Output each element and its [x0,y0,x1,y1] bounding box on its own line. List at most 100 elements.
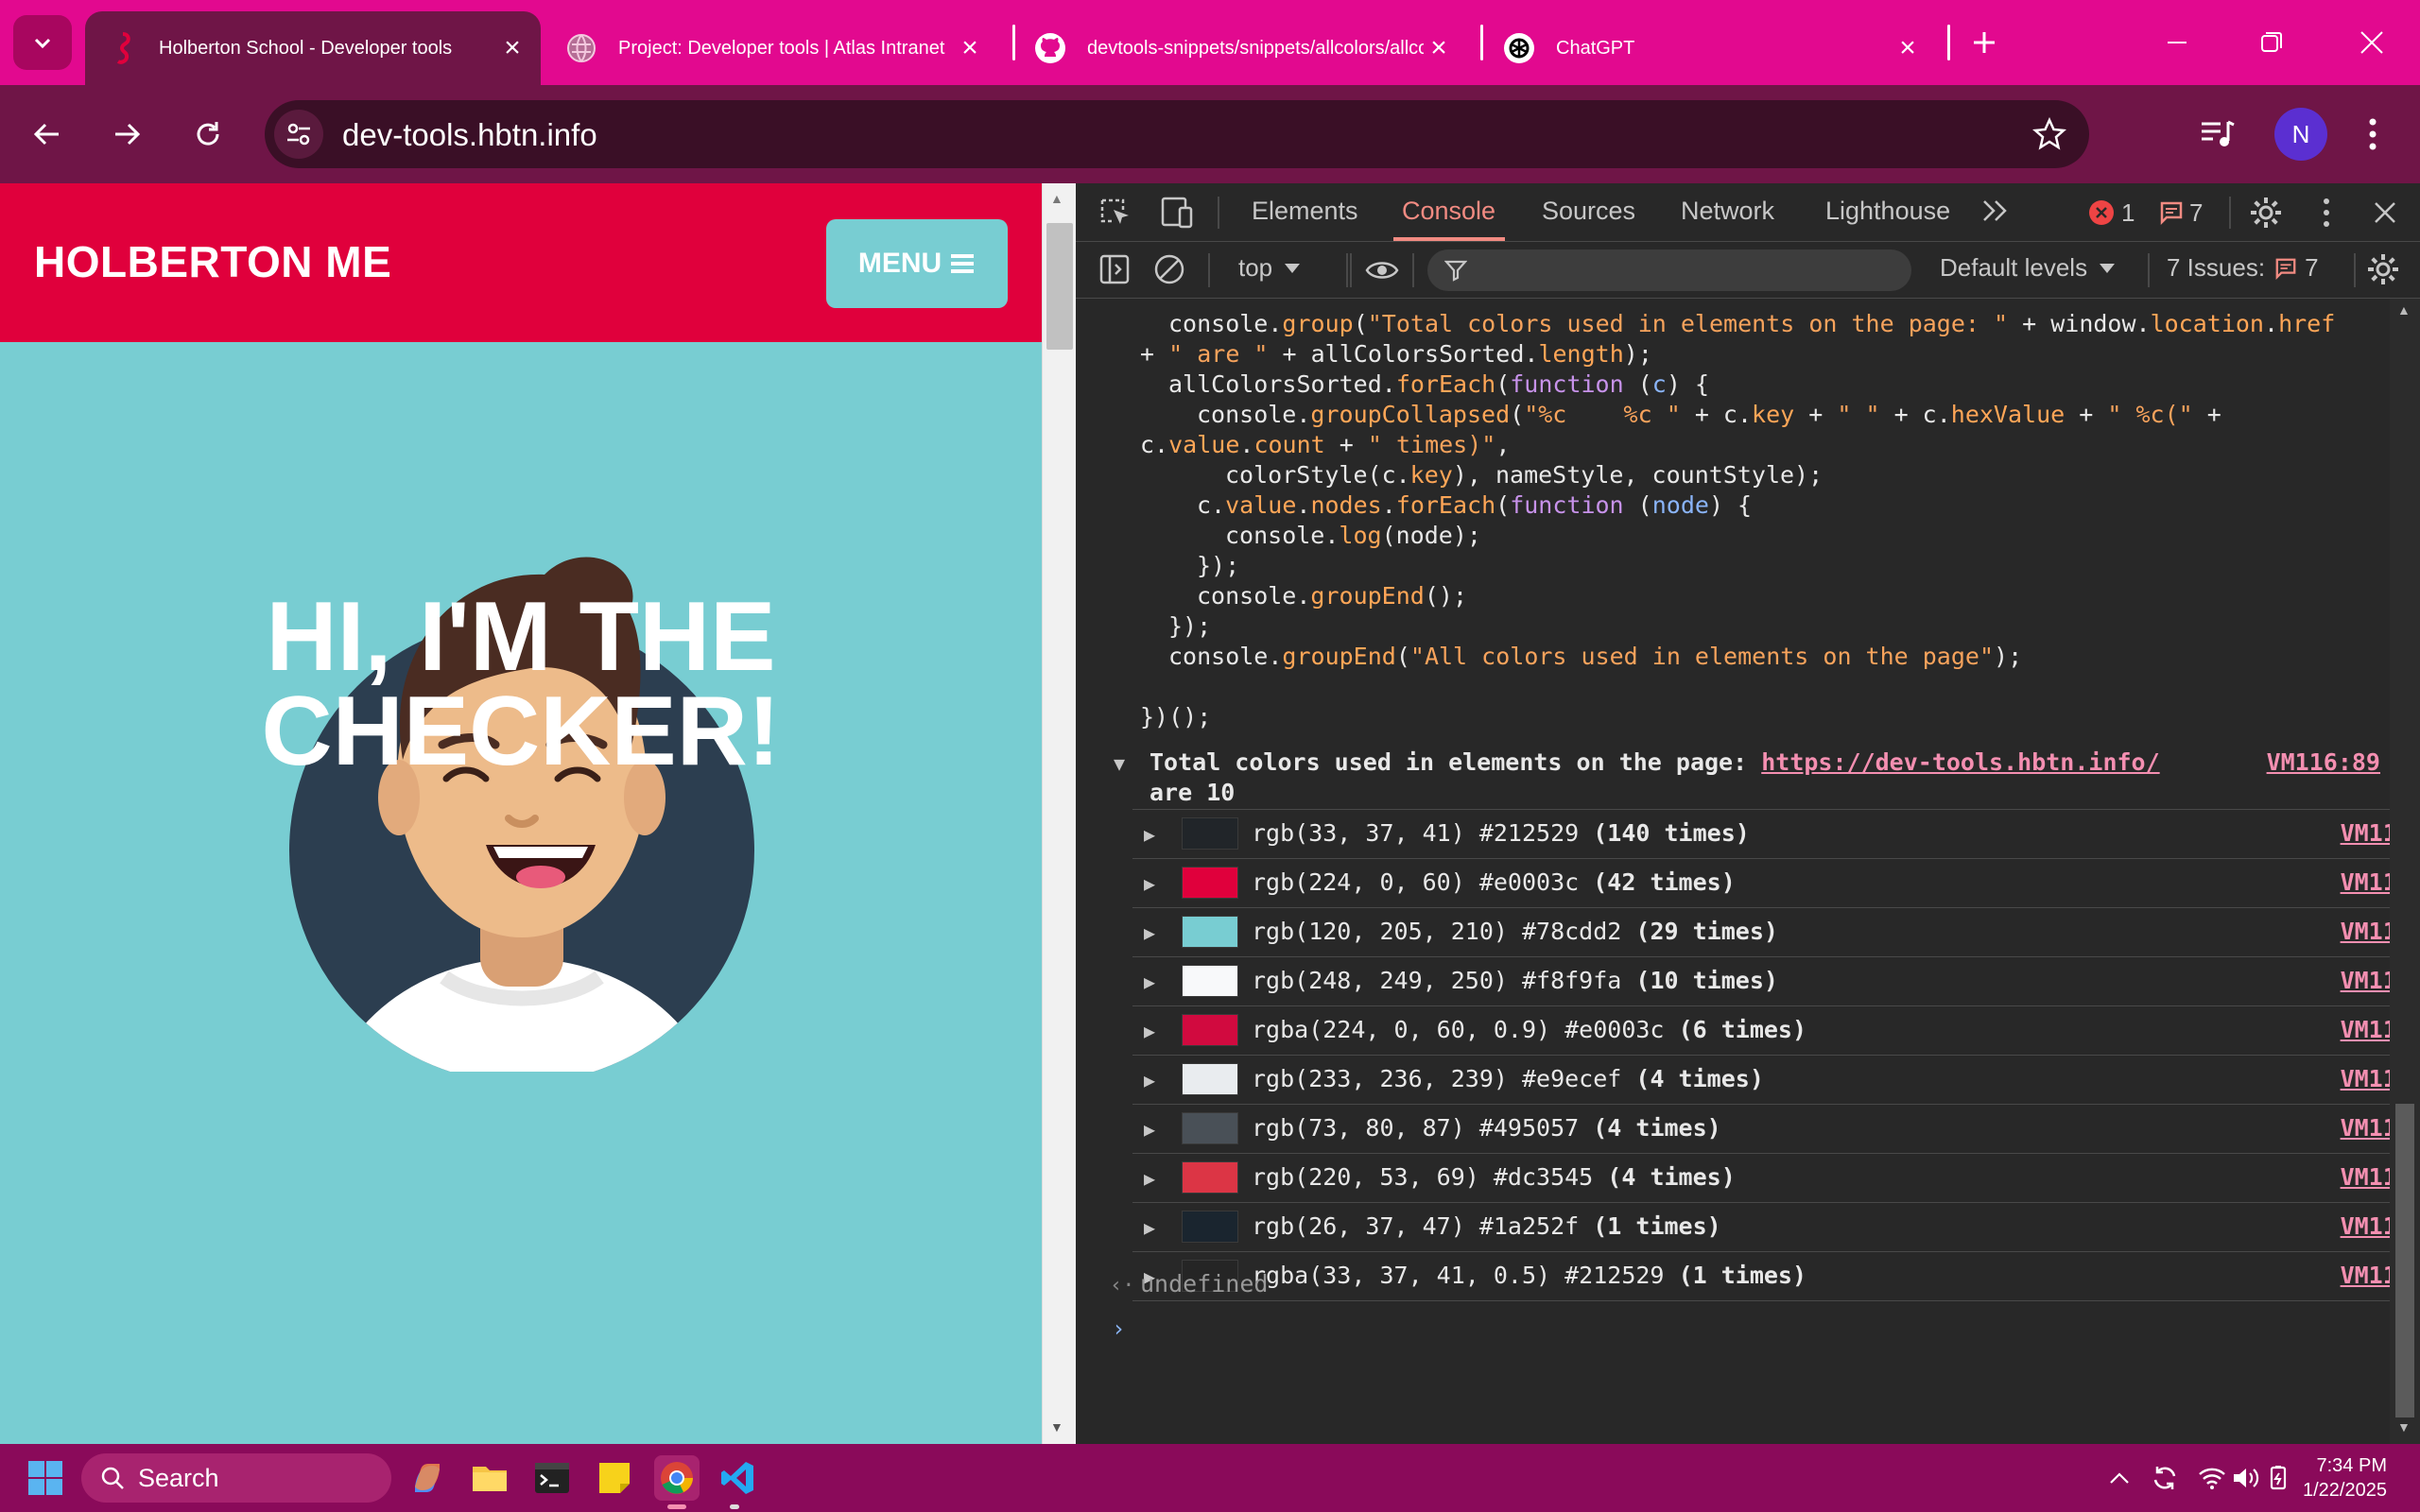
expand-arrow-icon[interactable]: ▶ [1144,1118,1155,1141]
tab-strip: Holberton School - Developer tools × Pro… [0,0,2420,85]
scroll-up-arrow[interactable]: ▲ [2397,302,2411,318]
inspect-element-icon[interactable] [1098,197,1132,233]
tab-sources[interactable]: Sources [1542,197,1635,226]
close-icon[interactable]: × [955,32,985,63]
new-tab-button[interactable] [1951,17,2017,68]
scroll-up-arrow[interactable]: ▲ [1050,191,1063,206]
address-bar[interactable]: dev-tools.hbtn.info [265,100,2089,168]
scrollbar-thumb[interactable] [1046,223,1073,350]
copilot-icon[interactable] [405,1455,450,1501]
chatgpt-icon [1503,32,1535,64]
error-count[interactable]: 1 [2121,198,2135,228]
tab-elements[interactable]: Elements [1252,197,1358,226]
url-text[interactable]: dev-tools.hbtn.info [342,117,597,153]
color-row[interactable]: ▶ rgb(233, 236, 239) #e9ecef (4 times) VM1… [1132,1055,2420,1104]
settings-gear-icon[interactable] [2248,195,2284,235]
site-brand[interactable]: HOLBERTON ME [34,236,391,287]
message-count[interactable]: 7 [2189,198,2203,228]
color-row[interactable]: ▶rgb(220, 53, 69) #dc3545 (4 times)VM116… [1132,1153,2420,1202]
color-row[interactable]: ▶rgb(26, 37, 47) #1a252f (1 times)VM116:… [1132,1202,2420,1251]
color-row[interactable]: ▶ rgb(120, 205, 210) #78cdd2 (29 times) VM… [1132,907,2420,956]
expand-arrow-icon[interactable]: ▶ [1144,1167,1155,1190]
profile-avatar[interactable]: N [2274,108,2327,161]
console-scrollbar[interactable]: ▲ ▼ [2390,299,2420,1444]
expand-arrow-icon[interactable]: ▶ [1144,1216,1155,1239]
group-header[interactable]: Total colors used in elements on the pag… [1150,748,2160,776]
issues-button[interactable]: 7 Issues: 7 [2167,253,2319,283]
taskbar-search[interactable]: Search [81,1453,391,1503]
close-window-button[interactable] [2339,17,2405,68]
minimize-button[interactable] [2144,17,2210,68]
color-row[interactable]: ▶ rgba(224, 0, 60, 0.9) #e0003c (6 times)… [1132,1005,2420,1055]
menu-button[interactable]: MENU [826,219,1008,308]
sticky-notes-icon[interactable] [592,1455,637,1501]
chrome-icon[interactable] [654,1455,700,1501]
arrow-right-icon [115,123,141,146]
terminal-icon[interactable] [529,1455,575,1501]
tab-network[interactable]: Network [1681,197,1774,226]
error-icon[interactable] [2089,200,2114,225]
reload-button[interactable] [178,104,238,164]
close-icon[interactable]: × [1893,32,1923,63]
tab-lighthouse[interactable]: Lighthouse [1825,197,1950,226]
close-icon[interactable]: × [497,32,527,63]
tab-console[interactable]: Console [1402,197,1495,226]
tab-github[interactable]: devtools-snippets/snippets/allcolors/all… [1034,11,1467,85]
taskbar-clock[interactable]: 7:34 PM 1/22/2025 [2303,1453,2387,1503]
close-devtools-icon[interactable] [2373,200,2397,230]
color-text: rgb(220, 53, 69) #dc3545 (4 times) [1252,1163,1736,1191]
tab-chatgpt[interactable]: ChatGPT × [1503,11,1936,85]
page-scrollbar[interactable]: ▲ ▼ [1042,183,1076,1444]
site-info-icon[interactable] [274,110,323,159]
forward-button[interactable] [96,104,157,164]
sync-icon[interactable] [2142,1455,2187,1501]
devtools-menu-icon[interactable] [2322,197,2331,233]
expand-arrow-icon[interactable]: ▶ [1144,872,1155,895]
scroll-down-arrow[interactable]: ▼ [1050,1419,1063,1435]
windows-start-icon[interactable] [23,1455,68,1501]
media-controls-button[interactable] [2187,104,2248,164]
file-explorer-icon[interactable] [467,1455,512,1501]
expand-arrow-icon[interactable]: ▶ [1144,1020,1155,1042]
close-icon[interactable]: × [1424,32,1454,63]
more-tabs-icon[interactable] [1981,198,2010,228]
console-settings-icon[interactable] [2365,251,2401,292]
tab-search-button[interactable] [13,15,72,70]
message-icon [2275,258,2296,280]
devtools-tabbar: Elements Console Sources Network Lightho… [1076,183,2420,242]
expand-arrow-icon[interactable]: ▶ [1144,921,1155,944]
expand-arrow-icon[interactable]: ▶ [1144,971,1155,993]
live-expression-eye-icon[interactable] [1348,251,1416,294]
group-url-link[interactable]: https://dev-tools.hbtn.info/ [1761,748,2159,776]
plus-icon [1974,32,1995,53]
color-row[interactable]: ▶ rgb(33, 37, 41) #212529 (140 times) VM11… [1132,809,2420,858]
system-tray-chevron-icon[interactable] [2097,1455,2142,1501]
clear-console-icon[interactable] [1153,253,1185,290]
color-row[interactable]: ▶rgb(73, 80, 87) #495057 (4 times)VM116:… [1132,1104,2420,1153]
back-button[interactable] [17,104,78,164]
color-row[interactable]: ▶ rgba(33, 37, 41, 0.5) #212529 (1 times)… [1132,1251,2420,1300]
color-row[interactable]: ▶ rgb(248, 249, 250) #f8f9fa (10 times) VM… [1132,956,2420,1005]
tab-holberton[interactable]: Holberton School - Developer tools × [85,11,541,85]
battery-icon[interactable] [2256,1455,2301,1501]
source-link[interactable]: VM116:89 [2267,748,2380,776]
browser-menu-button[interactable] [2342,104,2403,164]
scroll-down-arrow[interactable]: ▼ [2397,1419,2411,1435]
console-prompt-icon[interactable]: › [1112,1315,1125,1342]
bookmark-star-icon[interactable] [2027,112,2072,157]
group-expanded-arrow[interactable]: ▼ [1114,752,1125,775]
context-selector[interactable]: top [1238,253,1301,283]
device-toolbar-icon[interactable] [1159,197,1195,233]
tab-atlas[interactable]: Project: Developer tools | Atlas Intrane… [565,11,998,85]
vscode-icon[interactable] [715,1455,760,1501]
tab-separator [1012,25,1015,60]
log-levels-dropdown[interactable]: Default levels [1940,253,2116,283]
message-icon[interactable] [2159,200,2184,230]
restore-button[interactable] [2238,17,2305,68]
scrollbar-thumb[interactable] [2395,1104,2414,1418]
color-row[interactable]: ▶rgb(224, 0, 60) #e0003c (42 times)VM116… [1132,858,2420,907]
expand-arrow-icon[interactable]: ▶ [1144,823,1155,846]
sidebar-toggle-icon[interactable] [1098,253,1131,290]
expand-arrow-icon[interactable]: ▶ [1144,1069,1155,1091]
console-filter-input[interactable] [1427,249,1911,291]
